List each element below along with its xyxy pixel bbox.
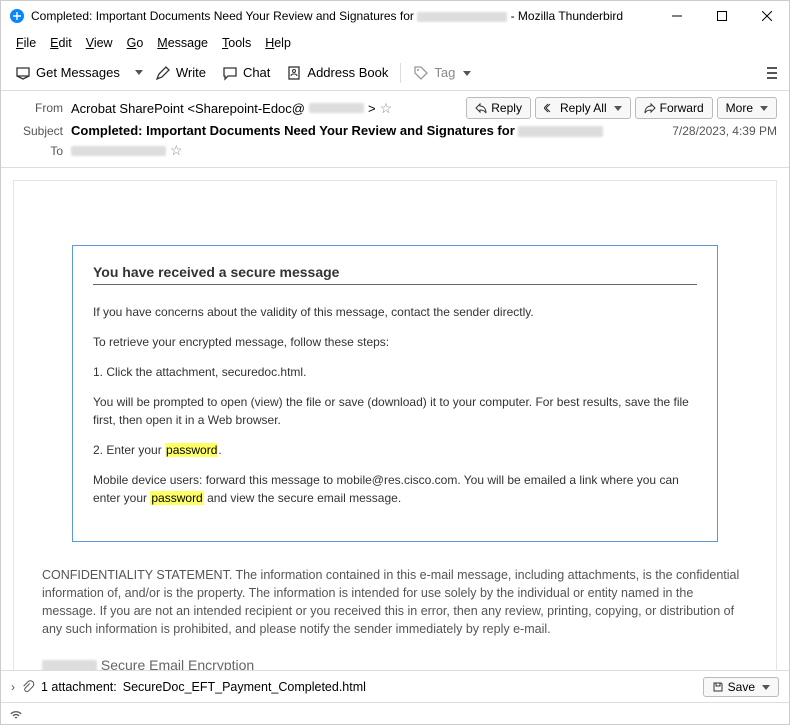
body-para: Mobile device users: forward this messag…: [93, 471, 697, 507]
reply-all-icon: [544, 102, 556, 114]
reply-button[interactable]: Reply: [466, 97, 531, 119]
chat-button[interactable]: Chat: [216, 61, 276, 85]
tag-icon: [413, 65, 429, 81]
attachment-filename[interactable]: SecureDoc_EFT_Payment_Completed.html: [123, 680, 366, 694]
paperclip-icon: [21, 680, 35, 694]
app-icon: [9, 8, 25, 24]
statusbar: [1, 702, 789, 724]
forward-icon: [644, 102, 656, 114]
to-label: To: [13, 144, 63, 158]
body-para: 1. Click the attachment, securedoc.html.: [93, 363, 697, 381]
message-body[interactable]: You have received a secure message If yo…: [1, 167, 789, 670]
menu-message[interactable]: Message: [150, 34, 215, 52]
menubar: File Edit View Go Message Tools Help: [1, 31, 789, 55]
body-para: To retrieve your encrypted message, foll…: [93, 333, 697, 351]
forward-button[interactable]: Forward: [635, 97, 713, 119]
minimize-button[interactable]: [654, 1, 699, 31]
to-value: ☆: [71, 142, 777, 159]
menu-tools[interactable]: Tools: [215, 34, 258, 52]
body-para: If you have concerns about the validity …: [93, 303, 697, 321]
app-menu-button[interactable]: [763, 63, 781, 83]
secure-message-box: You have received a secure message If yo…: [72, 245, 718, 542]
pencil-icon: [155, 65, 171, 81]
address-book-button[interactable]: Address Book: [280, 61, 394, 85]
message-header: From Acrobat SharePoint <Sharepoint-Edoc…: [1, 91, 789, 167]
menu-file[interactable]: File: [9, 34, 43, 52]
menu-help[interactable]: Help: [258, 34, 298, 52]
tag-button[interactable]: Tag: [407, 61, 477, 85]
get-messages-dropdown[interactable]: [130, 66, 145, 79]
attachment-bar: › 1 attachment: SecureDoc_EFT_Payment_Co…: [1, 670, 789, 702]
menu-view[interactable]: View: [79, 34, 120, 52]
attachment-count: 1 attachment:: [41, 680, 117, 694]
confidentiality-statement: CONFIDENTIALITY STATEMENT. The informati…: [42, 566, 748, 639]
secure-heading: You have received a secure message: [93, 264, 697, 285]
save-attachment-button[interactable]: Save: [703, 677, 779, 697]
star-icon[interactable]: ☆: [380, 100, 393, 117]
chevron-right-icon[interactable]: ›: [11, 680, 15, 694]
window-titlebar: Completed: Important Documents Need Your…: [1, 1, 789, 31]
body-para: 2. Enter your password.: [93, 441, 697, 459]
get-messages-button[interactable]: Get Messages: [9, 61, 126, 85]
from-value: Acrobat SharePoint <Sharepoint-Edoc@ > ☆: [71, 100, 466, 117]
window-title: Completed: Important Documents Need Your…: [31, 9, 654, 23]
menu-edit[interactable]: Edit: [43, 34, 79, 52]
maximize-button[interactable]: [699, 1, 744, 31]
encryption-footer: Secure Email Encryption: [42, 657, 748, 671]
from-label: From: [13, 101, 63, 115]
subject-label: Subject: [13, 124, 63, 138]
write-button[interactable]: Write: [149, 61, 212, 85]
star-icon[interactable]: ☆: [170, 142, 183, 159]
online-status-icon: [9, 707, 23, 721]
reply-icon: [475, 102, 487, 114]
save-icon: [712, 681, 724, 693]
address-book-icon: [286, 65, 302, 81]
menu-go[interactable]: Go: [120, 34, 151, 52]
chat-icon: [222, 65, 238, 81]
reply-all-button[interactable]: Reply All: [535, 97, 631, 119]
body-para: You will be prompted to open (view) the …: [93, 393, 697, 429]
more-button[interactable]: More: [717, 97, 777, 119]
main-toolbar: Get Messages Write Chat Address Book Tag: [1, 55, 789, 91]
download-icon: [15, 65, 31, 81]
close-button[interactable]: [744, 1, 789, 31]
subject-value: Completed: Important Documents Need Your…: [71, 123, 672, 138]
message-date: 7/28/2023, 4:39 PM: [672, 124, 777, 138]
